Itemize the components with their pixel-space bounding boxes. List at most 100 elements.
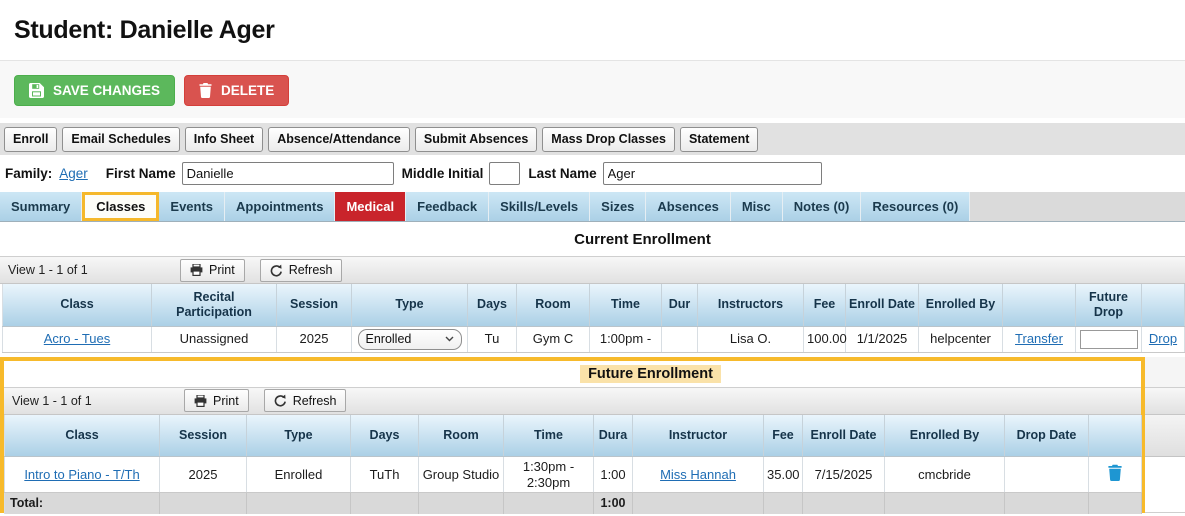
tab-classes[interactable]: Classes	[82, 192, 160, 221]
tab-summary[interactable]: Summary	[0, 192, 83, 221]
room-cell: Group Studio	[418, 456, 504, 494]
col-delete	[1088, 414, 1142, 457]
future-enrollment-total-row: Total: 1:00	[4, 492, 1142, 514]
future-print-label: Print	[213, 393, 239, 408]
col-session: Session	[159, 414, 247, 457]
info-sheet-button[interactable]: Info Sheet	[184, 126, 264, 152]
first-name-input[interactable]	[181, 162, 394, 185]
col-dur: Dur	[661, 284, 698, 327]
future-drop-input[interactable]	[1079, 329, 1138, 349]
future-refresh-button[interactable]: Refresh	[263, 389, 347, 412]
tab-appointments[interactable]: Appointments	[225, 192, 336, 221]
primary-action-band: SAVE CHANGES DELETE	[0, 60, 1185, 118]
col-drop-date: Drop Date	[1004, 414, 1089, 457]
col-class: Class	[4, 414, 160, 457]
col-fee: Fee	[763, 414, 803, 457]
instructor-link[interactable]: Miss Hannah	[660, 467, 736, 482]
email-schedules-button[interactable]: Email Schedules	[62, 126, 180, 152]
col-enroll-date: Enroll Date	[845, 284, 919, 327]
recital-participation-cell: Unassigned	[151, 326, 277, 353]
class-link[interactable]: Acro - Tues	[44, 331, 110, 346]
last-name-input[interactable]	[602, 162, 822, 185]
col-type: Type	[351, 284, 468, 327]
mass-drop-classes-button[interactable]: Mass Drop Classes	[542, 126, 675, 152]
student-tab-bar: Summary Classes Events Appointments Medi…	[0, 192, 1185, 222]
tab-skills-levels[interactable]: Skills/Levels	[489, 192, 591, 221]
save-changes-label: SAVE CHANGES	[53, 83, 161, 98]
submit-absences-button[interactable]: Submit Absences	[414, 126, 538, 152]
col-enrolled-by: Enrolled By	[884, 414, 1005, 457]
tab-feedback[interactable]: Feedback	[406, 192, 490, 221]
transfer-link[interactable]: Transfer	[1015, 331, 1063, 346]
future-enrollment-table: Class Session Type Days Room Time Dura I…	[4, 414, 1142, 514]
current-enrollment-toolbar: View 1 - 1 of 1 Print Refresh	[0, 256, 1185, 284]
delete-trash-icon	[199, 83, 212, 98]
middle-initial-input[interactable]	[489, 162, 521, 185]
days-cell: Tu	[467, 326, 517, 353]
filler-title-band	[1145, 356, 1185, 387]
col-room: Room	[516, 284, 590, 327]
session-cell: 2025	[276, 326, 352, 353]
delete-future-enrollment-trash-icon[interactable]	[1107, 464, 1123, 482]
drop-link[interactable]: Drop	[1149, 331, 1177, 346]
save-changes-button[interactable]: SAVE CHANGES	[14, 75, 176, 106]
student-record-page: Student: Danielle Ager SAVE CHANGES DELE…	[0, 0, 1185, 516]
absence-attendance-button[interactable]: Absence/Attendance	[268, 126, 410, 152]
current-print-button[interactable]: Print	[180, 258, 245, 282]
statement-button[interactable]: Statement	[679, 126, 759, 152]
current-refresh-label: Refresh	[288, 263, 333, 277]
col-time: Time	[503, 414, 594, 457]
last-name-label: Last Name	[528, 166, 597, 181]
enrolled-by-cell: helpcenter	[918, 326, 1003, 353]
future-refresh-label: Refresh	[292, 393, 337, 408]
col-type: Type	[246, 414, 351, 457]
tab-resources[interactable]: Resources (0)	[861, 192, 971, 221]
col-future-drop: Future Drop	[1075, 284, 1142, 327]
current-enrollment-heading: Current Enrollment	[574, 231, 711, 248]
enroll-button[interactable]: Enroll	[4, 126, 58, 152]
dura-cell: 1:00	[593, 456, 633, 494]
future-enrollment-section: Future Enrollment View 1 - 1 of 1 Print …	[0, 356, 1185, 514]
first-name-label: First Name	[105, 166, 176, 181]
tab-sizes[interactable]: Sizes	[590, 192, 647, 221]
fee-cell: 100.00	[803, 326, 847, 353]
future-view-count: View 1 - 1 of 1	[12, 393, 92, 408]
col-days: Days	[467, 284, 517, 327]
future-print-button[interactable]: Print	[184, 389, 249, 412]
family-label: Family:	[5, 166, 53, 181]
drop-date-cell	[1004, 456, 1089, 494]
tab-misc[interactable]: Misc	[730, 192, 783, 221]
tab-events[interactable]: Events	[159, 192, 226, 221]
enroll-date-cell: 7/15/2025	[802, 456, 885, 494]
dur-cell	[661, 326, 698, 353]
room-cell: Gym C	[516, 326, 590, 353]
future-grid-filler	[1145, 356, 1185, 513]
chevron-down-icon	[445, 336, 454, 342]
tab-notes[interactable]: Notes (0)	[782, 192, 862, 221]
col-transfer	[1002, 284, 1076, 327]
tab-absences[interactable]: Absences	[646, 192, 731, 221]
family-link[interactable]: Ager	[59, 166, 88, 181]
enrollment-type-select[interactable]: Enrolled	[357, 328, 462, 350]
time-cell: 1:00pm -	[589, 326, 662, 353]
fee-cell: 35.00	[763, 456, 803, 494]
days-cell: TuTh	[350, 456, 419, 494]
future-enrollment-heading: Future Enrollment	[4, 360, 1141, 387]
delete-button[interactable]: DELETE	[184, 75, 290, 106]
col-recital-participation: Recital Participation	[151, 284, 277, 327]
total-label: Total:	[4, 492, 160, 514]
delete-label: DELETE	[221, 83, 275, 98]
tab-medical[interactable]: Medical	[335, 192, 407, 221]
filler-row-band	[1145, 456, 1185, 488]
page-header: Student: Danielle Ager	[0, 0, 1185, 60]
enrolled-by-cell: cmcbride	[884, 456, 1005, 494]
future-class-link[interactable]: Intro to Piano - T/Th	[24, 467, 139, 482]
current-refresh-button[interactable]: Refresh	[259, 258, 343, 282]
future-enrollment-header-row: Class Session Type Days Room Time Dura I…	[4, 414, 1142, 457]
current-view-count: View 1 - 1 of 1	[8, 263, 88, 277]
time-cell: 1:30pm - 2:30pm	[503, 456, 594, 494]
col-enroll-date: Enroll Date	[802, 414, 885, 457]
col-instructors: Instructors	[697, 284, 804, 327]
filler-toolbar-band	[1145, 386, 1185, 415]
tab-bar-filler	[970, 192, 1185, 221]
